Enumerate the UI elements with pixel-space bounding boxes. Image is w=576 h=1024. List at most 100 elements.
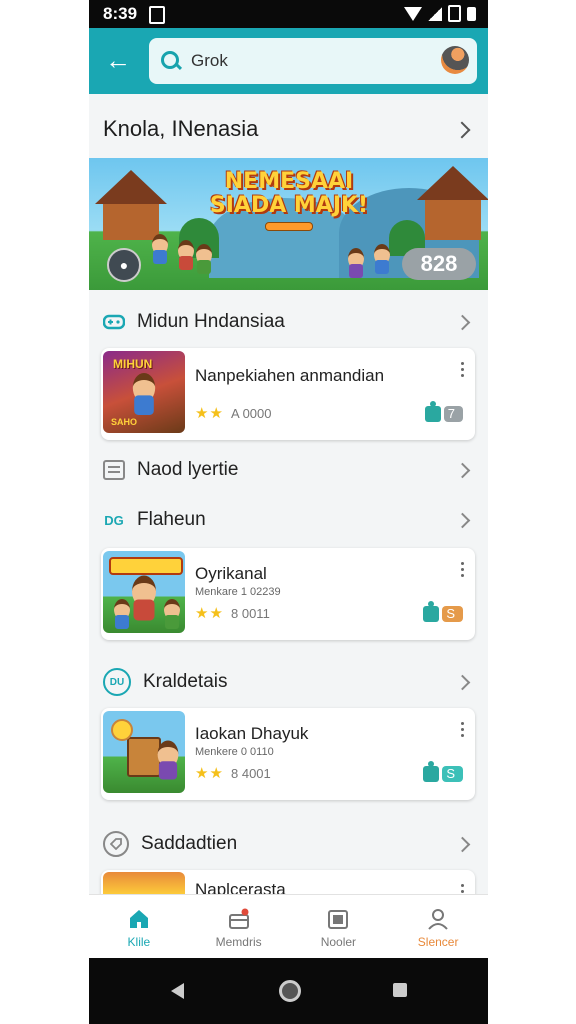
section-title: Kraldetais <box>143 671 228 692</box>
thumb-banner <box>109 557 183 575</box>
status-icons <box>404 5 476 22</box>
score-badge[interactable]: 828 <box>402 248 476 280</box>
puzzle-icon <box>424 401 441 422</box>
home-icon <box>127 907 151 931</box>
chevron-right-icon <box>454 836 471 852</box>
badge-icon: DU <box>103 668 131 696</box>
chevron-right-icon <box>454 462 471 478</box>
install-action[interactable]: 7 <box>424 401 463 422</box>
sim-icon <box>448 5 461 22</box>
system-recents-icon[interactable] <box>393 983 407 997</box>
banner-title-line1: NEMESAAI <box>224 169 354 194</box>
banner-title: NEMESAAI SIADA MAJK! <box>209 170 369 218</box>
search-input[interactable]: Grok <box>149 38 477 84</box>
nav-item-home[interactable]: Klile <box>89 895 189 959</box>
section-title: Naod lyertie <box>137 459 239 480</box>
nav-item-rewards[interactable]: Memdris <box>189 895 289 959</box>
search-icon <box>161 51 179 69</box>
notification-icon <box>149 6 165 24</box>
status-time: 8:39 <box>103 4 138 23</box>
tag-icon <box>103 831 129 857</box>
dg-icon: DG <box>104 512 124 528</box>
character-figure <box>345 248 367 278</box>
nav-item-profile[interactable]: Slencer <box>388 895 488 959</box>
status-bar: 8:39 <box>89 0 488 28</box>
back-arrow-icon[interactable]: ← <box>105 46 131 74</box>
card-title: Nanpekiahen anmandian <box>195 366 385 385</box>
character-figure <box>149 234 171 264</box>
character-figure <box>111 599 133 629</box>
section-header-3[interactable]: DG Flaheun <box>89 496 488 544</box>
character-figure <box>371 244 393 274</box>
star-rating-icon: ★★ <box>195 405 224 422</box>
signal-icon <box>428 6 442 21</box>
house <box>425 200 481 240</box>
nav-label: Memdris <box>215 935 262 949</box>
section-header-5[interactable]: Saddadtien <box>89 820 488 868</box>
house-roof <box>417 166 488 200</box>
section-title: Flaheun <box>137 509 206 530</box>
system-home-icon[interactable] <box>279 980 301 1002</box>
puzzle-icon <box>423 601 440 622</box>
chevron-right-icon <box>454 674 471 690</box>
lock-icon[interactable]: ● <box>107 248 141 282</box>
main-content: Knola, INenasia NEMESAAI SIADA MAJK! ● 8… <box>89 94 488 910</box>
action-badge: 7 <box>443 406 463 422</box>
gift-icon <box>227 907 251 931</box>
card-rating: 8 4001 <box>231 766 271 781</box>
card-rating: A 0000 <box>231 406 272 421</box>
gamepad-icon <box>103 311 125 333</box>
wifi-icon <box>404 6 422 21</box>
star-rating-icon: ★★ <box>195 605 224 622</box>
card-subtitle: Menkare 1 02239 <box>195 586 281 598</box>
bottom-navigation: Klile Memdris Nooler Slencer <box>89 894 488 959</box>
game-card[interactable]: MIHUN SAHO Nanpekiahen anmandian ★★ A 00… <box>101 348 475 440</box>
section-title: Saddadtien <box>141 833 238 854</box>
store-icon <box>326 907 350 931</box>
hero-title: Knola, INenasia <box>103 116 259 141</box>
character-figure <box>129 373 160 415</box>
character-figure <box>161 599 183 629</box>
more-options-icon[interactable] <box>461 362 465 380</box>
app-bar: ← Grok <box>89 28 488 94</box>
chevron-right-icon <box>453 121 471 139</box>
search-query: Grok <box>191 51 228 70</box>
section-header-1[interactable]: Midun Hndansiaa <box>89 298 488 346</box>
card-rating: 8 0011 <box>231 606 270 621</box>
system-navigation-bar <box>89 958 488 1024</box>
thumb-tag: SAHO <box>111 417 138 427</box>
section-title: Midun Hndansiaa <box>137 311 285 332</box>
install-action[interactable]: S <box>423 601 463 622</box>
star-rating-icon: ★★ <box>195 765 224 782</box>
banner-title-line2: SIADA MAJK! <box>209 193 369 218</box>
install-action[interactable]: S <box>423 761 463 782</box>
battery-icon <box>467 6 476 21</box>
more-options-icon[interactable] <box>461 722 465 740</box>
game-card[interactable]: Oyrikanal Menkare 1 02239 ★★ 8 0011 S <box>101 548 475 640</box>
game-thumbnail <box>103 551 185 633</box>
profile-icon <box>426 907 450 931</box>
section-header-4[interactable]: DU Kraldetais <box>89 658 488 706</box>
card-subtitle: Menkere 0 0110 <box>195 746 274 758</box>
card-title: Oyrikanal <box>195 564 267 583</box>
section-header-2[interactable]: Naod lyertie <box>89 446 488 494</box>
character-figure <box>154 740 183 780</box>
more-options-icon[interactable] <box>461 562 465 580</box>
user-avatar[interactable] <box>441 46 469 74</box>
system-back-icon[interactable] <box>171 983 184 999</box>
game-thumbnail: MIHUN SAHO <box>103 351 185 433</box>
featured-banner[interactable]: NEMESAAI SIADA MAJK! ● 828 <box>89 158 488 290</box>
chevron-right-icon <box>454 512 471 528</box>
coin-icon <box>111 719 133 741</box>
phone-screen: 8:39 ← Grok Knola, INenasia NEMESAAI SIA… <box>89 0 488 1024</box>
character-figure <box>193 244 215 274</box>
nav-label: Slencer <box>417 935 459 949</box>
nav-item-store[interactable]: Nooler <box>289 895 389 959</box>
action-badge: S <box>442 766 463 782</box>
action-badge: S <box>442 606 463 622</box>
list-icon <box>103 459 125 481</box>
house-roof <box>95 170 167 204</box>
game-thumbnail <box>103 711 185 793</box>
game-card[interactable]: Iaokan Dhayuk Menkere 0 0110 ★★ 8 4001 S <box>101 708 475 800</box>
chevron-right-icon <box>454 314 471 330</box>
